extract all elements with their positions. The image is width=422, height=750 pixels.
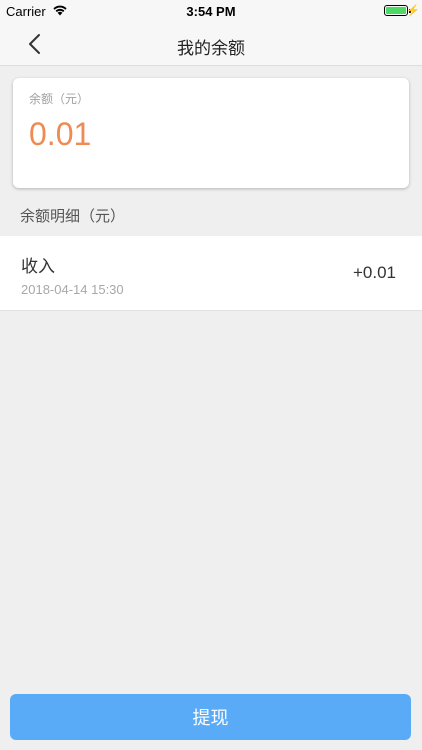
status-time: 3:54 PM bbox=[186, 4, 236, 19]
details-section-title: 余额明细（元） bbox=[20, 207, 126, 225]
transaction-time: 2018-04-14 15:30 bbox=[21, 282, 124, 297]
list-item[interactable]: 收入 2018-04-14 15:30 +0.01 bbox=[0, 236, 422, 310]
balance-card: 余额（元） 0.01 bbox=[13, 78, 409, 188]
nav-bar: 我的余额 bbox=[0, 22, 422, 66]
balance-label: 余额（元） bbox=[29, 92, 90, 106]
battery-icon bbox=[384, 5, 408, 16]
transaction-type: 收入 bbox=[21, 257, 55, 277]
charging-bolt-icon: ⚡ bbox=[406, 5, 420, 17]
page-title: 我的余额 bbox=[177, 39, 245, 59]
status-bar: Carrier 3:54 PM ⚡ bbox=[0, 0, 422, 22]
balance-amount: 0.01 bbox=[29, 116, 92, 152]
transaction-list: 收入 2018-04-14 15:30 +0.01 bbox=[0, 236, 422, 311]
withdraw-button[interactable]: 提现 bbox=[10, 694, 411, 740]
transaction-amount: +0.01 bbox=[352, 263, 396, 282]
